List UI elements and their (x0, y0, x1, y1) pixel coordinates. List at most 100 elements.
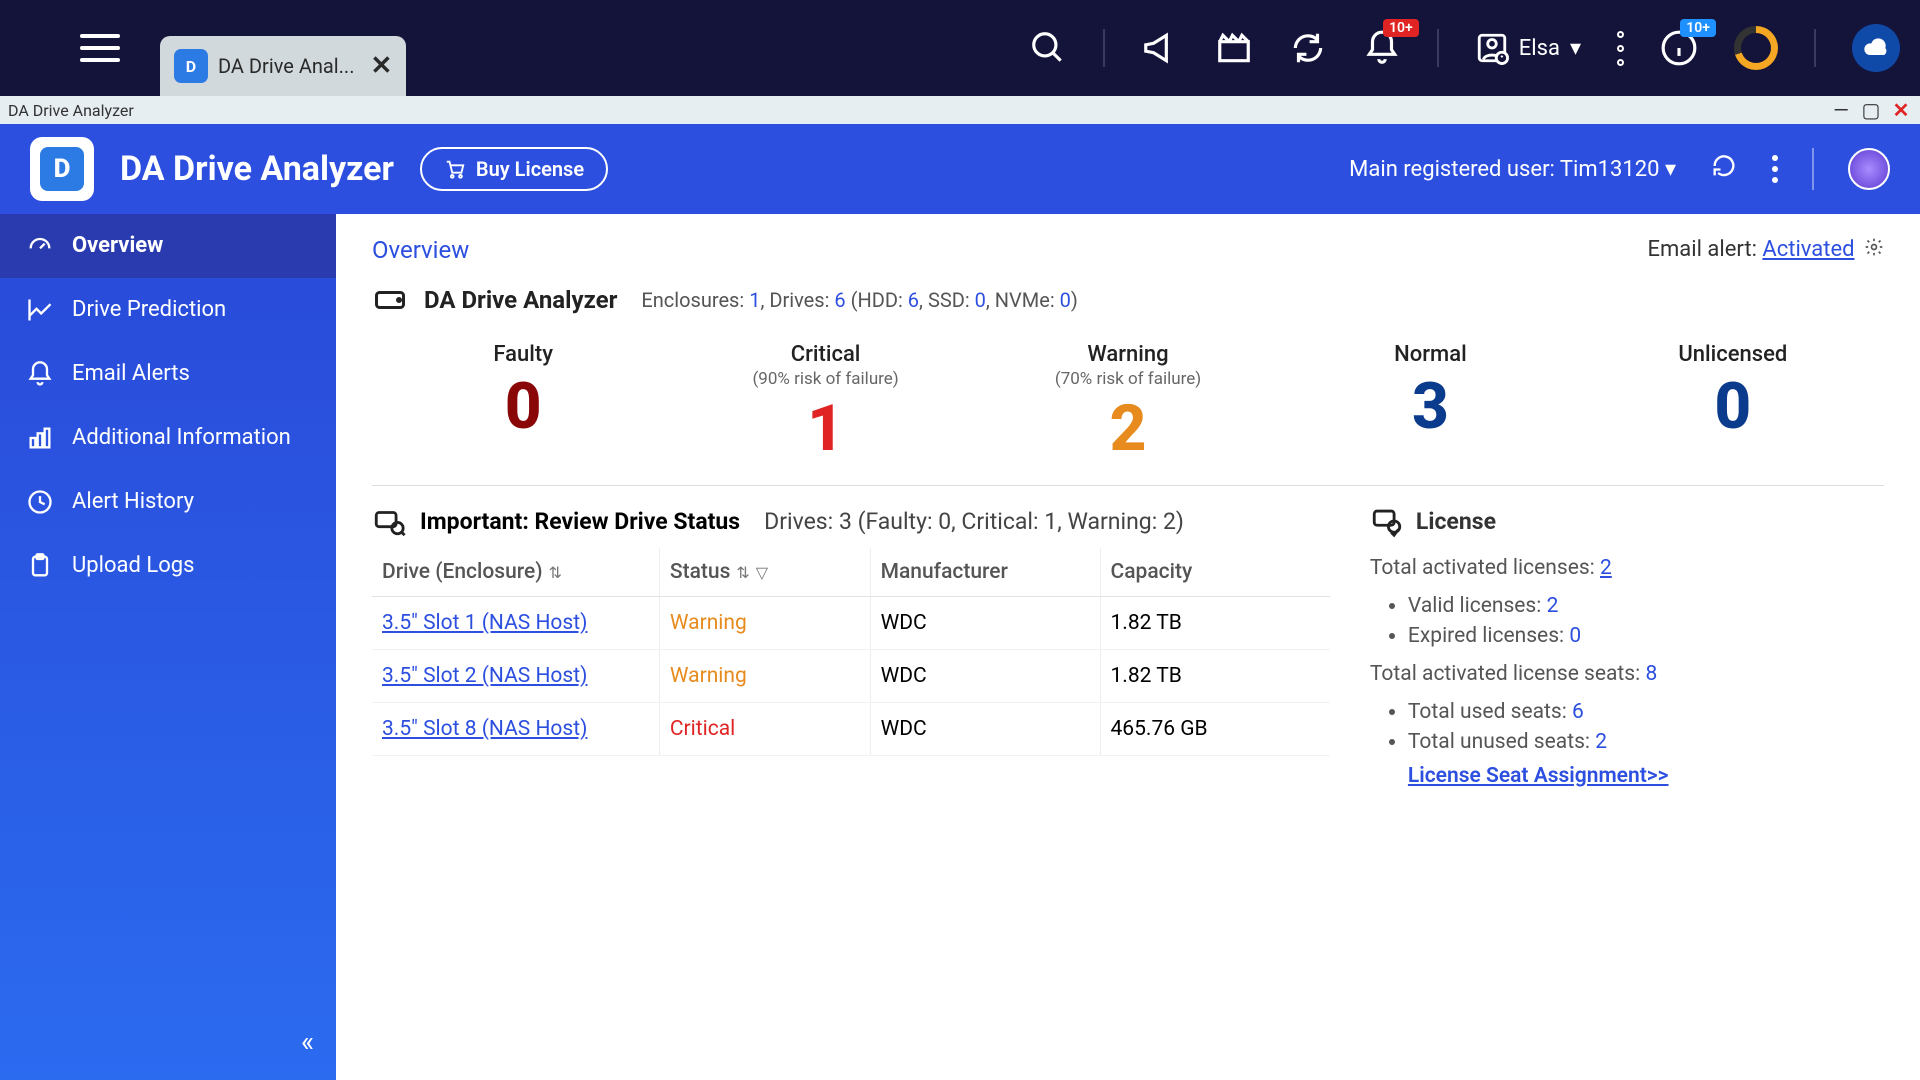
filter-icon[interactable]: ▽ (756, 563, 768, 582)
sidebar-item-label: Upload Logs (72, 552, 194, 580)
system-bar: D DA Drive Anal... ✕ 10+ Elsa ▾ 10+ (0, 0, 1920, 96)
list-item: Valid licenses: 2 (1408, 594, 1884, 618)
cloud-icon[interactable] (1852, 24, 1900, 72)
gauge-icon (26, 232, 54, 260)
drive-manufacturer: WDC (870, 650, 1100, 703)
close-tab-icon[interactable]: ✕ (370, 51, 392, 81)
stat-value: 3 (1279, 375, 1581, 439)
stat-value: 2 (977, 397, 1279, 461)
stat-card-normal[interactable]: Normal 3 (1279, 342, 1581, 461)
drive-status: Warning (659, 650, 870, 703)
license-title: License (1416, 508, 1496, 535)
clock-icon (26, 488, 54, 516)
review-title: Important: Review Drive Status (420, 508, 740, 535)
divider (1812, 148, 1814, 190)
avatar[interactable] (1848, 148, 1890, 190)
license-seat-assignment-link[interactable]: License Seat Assignment>> (1408, 764, 1669, 788)
stat-sublabel: (70% risk of failure) (977, 369, 1279, 389)
drive-link[interactable]: 3.5" Slot 8 (NAS Host) (382, 717, 587, 741)
clipboard-icon (26, 552, 54, 580)
email-alert-status: Email alert: Activated (1647, 237, 1884, 263)
menu-icon[interactable] (80, 34, 120, 62)
collapse-sidebar-icon[interactable]: « (301, 1025, 314, 1058)
maximize-button[interactable]: ▢ (1860, 98, 1882, 122)
col-capacity[interactable]: Capacity (1100, 548, 1330, 597)
drive-icon (372, 282, 408, 318)
stat-label: Unlicensed (1582, 342, 1884, 367)
stat-card-faulty[interactable]: Faulty 0 (372, 342, 674, 461)
stat-card-warning[interactable]: Warning (70% risk of failure) 2 (977, 342, 1279, 461)
dashboard-gauge-icon[interactable] (1734, 26, 1778, 70)
stat-label: Warning (977, 342, 1279, 367)
app-tab[interactable]: D DA Drive Anal... ✕ (160, 36, 406, 96)
sidebar-item-alert-history[interactable]: Alert History (0, 470, 336, 534)
sidebar-item-email-alerts[interactable]: Email Alerts (0, 342, 336, 406)
email-alert-link[interactable]: Activated (1762, 237, 1854, 262)
stat-card-critical[interactable]: Critical (90% risk of failure) 1 (674, 342, 976, 461)
sidebar-item-label: Additional Information (72, 424, 291, 452)
stat-label: Faulty (372, 342, 674, 367)
search-icon[interactable] (1029, 29, 1067, 67)
header-more-icon[interactable] (1772, 155, 1778, 183)
drive-status: Critical (659, 703, 870, 756)
sidebar-item-label: Drive Prediction (72, 296, 226, 324)
chart-line-icon (26, 296, 54, 324)
drive-capacity: 1.82 TB (1100, 650, 1330, 703)
drive-link[interactable]: 3.5" Slot 1 (NAS Host) (382, 611, 587, 635)
breadcrumb: Overview (372, 236, 469, 264)
app-title: DA Drive Analyzer (120, 149, 394, 189)
license-block: Total activated licenses: 2 Valid licens… (1370, 556, 1884, 788)
license-header: License (1370, 504, 1884, 538)
sidebar-item-label: Email Alerts (72, 360, 190, 388)
email-alert-label: Email alert: (1647, 237, 1762, 262)
drive-capacity: 465.76 GB (1100, 703, 1330, 756)
col-drive[interactable]: Drive (Enclosure)⇅ (372, 548, 659, 597)
stat-label: Critical (674, 342, 976, 367)
registered-user-value: Tim13120 (1560, 157, 1660, 182)
sidebar-item-additional-info[interactable]: Additional Information (0, 406, 336, 470)
minimize-button[interactable]: — (1830, 98, 1852, 122)
info-badge: 10+ (1680, 19, 1716, 37)
divider (1437, 29, 1439, 67)
app-logo-icon: D (30, 137, 94, 201)
drive-status: Warning (659, 597, 870, 650)
list-item: Total used seats: 6 (1408, 700, 1884, 724)
col-manufacturer[interactable]: Manufacturer (870, 548, 1100, 597)
close-button[interactable]: ✕ (1890, 98, 1912, 122)
sidebar-item-upload-logs[interactable]: Upload Logs (0, 534, 336, 598)
megaphone-icon[interactable] (1141, 29, 1179, 67)
registered-user-prefix: Main registered user: (1349, 157, 1560, 182)
sidebar-item-label: Overview (72, 232, 163, 260)
app-tab-title: DA Drive Anal... (218, 54, 354, 78)
clapper-icon[interactable] (1215, 29, 1253, 67)
buy-license-button[interactable]: Buy License (420, 147, 608, 191)
drive-manufacturer: WDC (870, 597, 1100, 650)
gear-icon[interactable] (1864, 237, 1884, 263)
sort-icon[interactable]: ⇅ (549, 563, 562, 582)
chevron-down-icon: ▾ (1570, 36, 1581, 61)
registered-user-dropdown[interactable]: Main registered user: Tim13120 ▾ (1349, 157, 1676, 182)
info-icon[interactable]: 10+ (1660, 29, 1698, 67)
sidebar-item-drive-prediction[interactable]: Drive Prediction (0, 278, 336, 342)
user-menu[interactable]: Elsa ▾ (1475, 31, 1581, 65)
col-status[interactable]: Status⇅▽ (659, 548, 870, 597)
review-meta: Drives: 3 (Faulty: 0, Critical: 1, Warni… (764, 508, 1184, 535)
bell-icon (26, 360, 54, 388)
refresh-icon[interactable] (1710, 152, 1738, 186)
user-name: Elsa (1519, 36, 1560, 61)
notification-badge: 10+ (1383, 19, 1419, 37)
drive-link[interactable]: 3.5" Slot 2 (NAS Host) (382, 664, 587, 688)
license-icon (1370, 504, 1404, 538)
sort-icon[interactable]: ⇅ (736, 563, 749, 582)
stat-card-unlicensed[interactable]: Unlicensed 0 (1582, 342, 1884, 461)
stat-label: Normal (1279, 342, 1581, 367)
stat-value: 1 (674, 397, 976, 461)
bell-icon[interactable]: 10+ (1363, 29, 1401, 67)
sidebar-item-overview[interactable]: Overview (0, 214, 336, 278)
total-activated-link[interactable]: 2 (1600, 556, 1612, 580)
main-content: Overview Email alert: Activated DA Drive… (336, 214, 1920, 1080)
list-item: Expired licenses: 0 (1408, 624, 1884, 648)
drives-table: Drive (Enclosure)⇅ Status⇅▽ Manufacturer… (372, 548, 1330, 756)
more-icon[interactable] (1617, 31, 1624, 66)
sync-icon[interactable] (1289, 29, 1327, 67)
